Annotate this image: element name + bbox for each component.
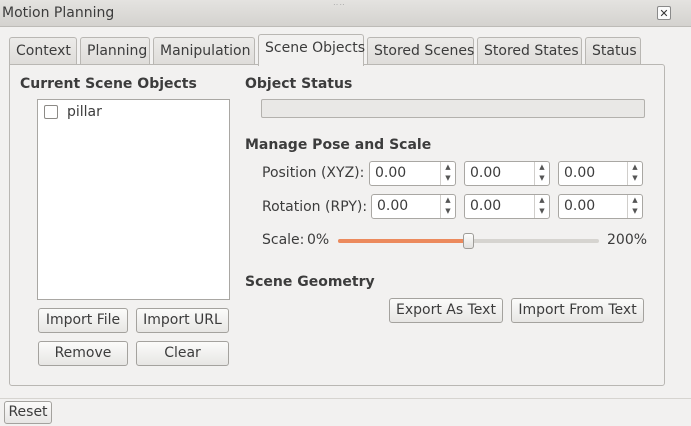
- spin-down-icon[interactable]: ▼: [441, 173, 455, 184]
- tab-planning[interactable]: Planning: [80, 37, 150, 65]
- position-y-spinbox[interactable]: 0.00 ▲ ▼: [464, 161, 550, 186]
- spin-up-icon[interactable]: ▲: [535, 195, 549, 206]
- position-z-value: 0.00: [564, 165, 596, 181]
- spin-up-icon[interactable]: ▲: [441, 162, 455, 173]
- spin-down-icon[interactable]: ▼: [535, 206, 549, 217]
- manage-pose-scale-heading: Manage Pose and Scale: [245, 137, 432, 153]
- scale-slider-handle[interactable]: [463, 233, 474, 249]
- clear-button[interactable]: Clear: [136, 341, 229, 366]
- tab-status[interactable]: Status: [585, 37, 641, 65]
- spin-arrows: ▲ ▼: [627, 162, 642, 185]
- resize-grip-icon[interactable]: ‥‥: [333, 0, 346, 7]
- list-item[interactable]: pillar: [44, 104, 102, 120]
- spin-arrows: ▲ ▼: [534, 195, 549, 218]
- spin-down-icon[interactable]: ▼: [628, 206, 642, 217]
- spin-up-icon[interactable]: ▲: [628, 162, 642, 173]
- import-from-text-button[interactable]: Import From Text: [511, 298, 644, 323]
- rotation-p-value: 0.00: [470, 198, 502, 214]
- object-checkbox[interactable]: [44, 105, 58, 119]
- export-as-text-button[interactable]: Export As Text: [389, 298, 503, 323]
- object-label: pillar: [67, 104, 102, 120]
- scale-label: Scale:: [262, 232, 305, 248]
- footer-divider: [0, 398, 691, 399]
- tab-stored-scenes[interactable]: Stored Scenes: [367, 37, 474, 65]
- import-file-button[interactable]: Import File: [38, 308, 128, 333]
- rotation-y-value: 0.00: [564, 198, 596, 214]
- rotation-label: Rotation (RPY):: [262, 199, 368, 215]
- spin-arrows: ▲ ▼: [534, 162, 549, 185]
- position-label: Position (XYZ):: [262, 165, 365, 181]
- spin-down-icon[interactable]: ▼: [441, 206, 455, 217]
- object-status-field: [261, 99, 645, 118]
- spin-down-icon[interactable]: ▼: [628, 173, 642, 184]
- reset-button[interactable]: Reset: [4, 401, 52, 424]
- spin-arrows: ▲ ▼: [440, 195, 455, 218]
- window-title: Motion Planning: [2, 5, 115, 21]
- position-y-value: 0.00: [470, 165, 502, 181]
- scene-objects-list[interactable]: pillar: [37, 99, 230, 300]
- rotation-y-spinbox[interactable]: 0.00 ▲ ▼: [558, 194, 643, 219]
- spin-up-icon[interactable]: ▲: [628, 195, 642, 206]
- remove-button[interactable]: Remove: [38, 341, 128, 366]
- scale-max-label: 200%: [607, 232, 648, 248]
- position-x-spinbox[interactable]: 0.00 ▲ ▼: [369, 161, 456, 186]
- tab-stored-states[interactable]: Stored States: [477, 37, 582, 65]
- spin-down-icon[interactable]: ▼: [535, 173, 549, 184]
- rotation-r-value: 0.00: [377, 198, 409, 214]
- current-scene-objects-heading: Current Scene Objects: [20, 76, 197, 92]
- spin-up-icon[interactable]: ▲: [441, 195, 455, 206]
- tab-context[interactable]: Context: [9, 37, 77, 65]
- tab-manipulation[interactable]: Manipulation: [153, 37, 255, 65]
- position-x-value: 0.00: [375, 165, 407, 181]
- rotation-r-spinbox[interactable]: 0.00 ▲ ▼: [371, 194, 456, 219]
- spin-arrows: ▲ ▼: [440, 162, 455, 185]
- scale-min-label: 0%: [307, 232, 330, 248]
- position-z-spinbox[interactable]: 0.00 ▲ ▼: [558, 161, 643, 186]
- spin-up-icon[interactable]: ▲: [535, 162, 549, 173]
- tab-scene-objects[interactable]: Scene Objects: [258, 34, 365, 66]
- title-bar: ‥‥ Motion Planning ✕: [0, 0, 691, 27]
- rotation-p-spinbox[interactable]: 0.00 ▲ ▼: [464, 194, 550, 219]
- object-status-heading: Object Status: [245, 76, 353, 92]
- scene-geometry-heading: Scene Geometry: [245, 274, 375, 290]
- close-icon[interactable]: ✕: [657, 6, 671, 20]
- scale-slider-fill: [338, 239, 469, 243]
- import-url-button[interactable]: Import URL: [136, 308, 229, 333]
- spin-arrows: ▲ ▼: [627, 195, 642, 218]
